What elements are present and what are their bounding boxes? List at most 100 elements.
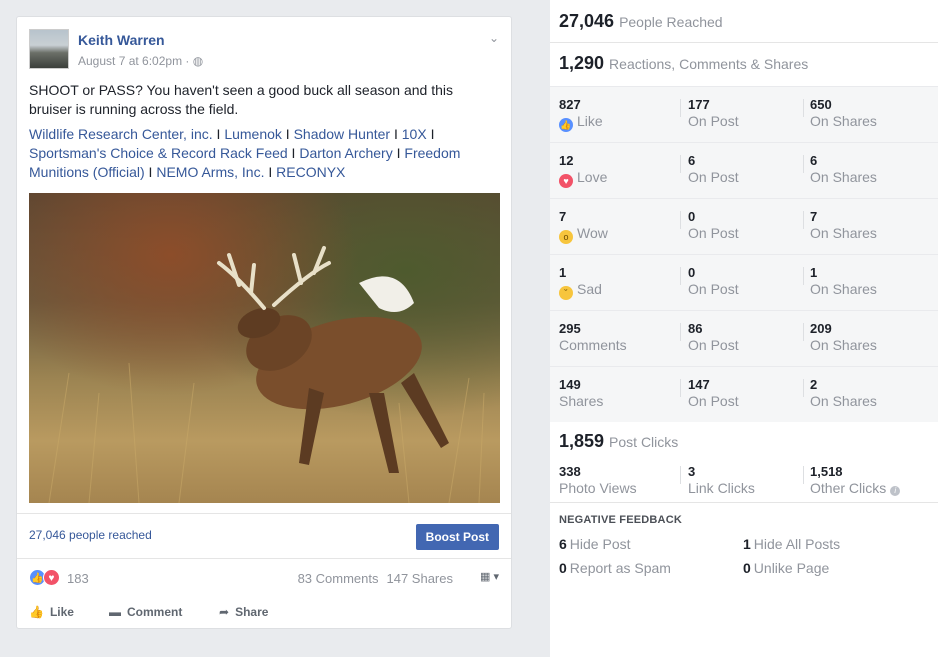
hide-all-posts-label: Hide All Posts — [753, 536, 841, 552]
comment-share-counts: 83 Comments 147 Shares — [298, 571, 453, 586]
breakdown-row-sad: 1 ˘ Sad 0 On Post 1 On Shares — [550, 254, 938, 310]
divider — [803, 211, 804, 229]
on-post-label: On Post — [688, 393, 739, 409]
unlike-page-label: Unlike Page — [753, 560, 830, 576]
people-reached-link[interactable]: 27,046 people reached — [29, 528, 152, 542]
total-cell: 12 ♥ Love — [559, 153, 607, 188]
total-value: 12 — [559, 153, 574, 168]
on-shares-cell: 6 On Shares — [810, 153, 877, 186]
hide-post-label: Hide Post — [569, 536, 631, 552]
author-avatar[interactable] — [29, 29, 69, 69]
engagement-stat: 1,290 Reactions, Comments & Shares — [559, 53, 808, 74]
breakdown-row-comments: 295 Comments 86 On Post 209 On Shares — [550, 310, 938, 366]
on-shares-value: 209 — [810, 321, 832, 336]
on-shares-value: 2 — [810, 377, 818, 392]
people-reached-stat: 27,046 People Reached — [559, 11, 723, 32]
other-clicks-value: 1,518 — [810, 464, 843, 479]
link-clicks-label: Link Clicks — [688, 480, 755, 496]
tag-link[interactable]: Shadow Hunter — [294, 126, 391, 142]
divider — [680, 155, 681, 173]
row-label: Sad — [577, 281, 602, 297]
divider — [680, 466, 681, 484]
post-header: Keith Warren August 7 at 6:02pm · ◍ ⌄ — [29, 29, 499, 71]
tag-link[interactable]: Sportsman's Choice & Record Rack Feed — [29, 145, 288, 161]
total-cell: 295 Comments — [559, 321, 627, 354]
tag-link[interactable]: NEMO Arms, Inc. — [156, 164, 264, 180]
report-spam-stat: 0 Report as Spam — [559, 560, 671, 576]
row-label: Shares — [559, 393, 604, 409]
on-shares-value: 650 — [810, 97, 832, 112]
other-clicks-cell: 1,518 Other Clicks i — [810, 464, 901, 497]
on-post-cell: 86 On Post — [688, 321, 739, 354]
row-label: Wow — [577, 225, 608, 241]
post-date[interactable]: August 7 at 6:02pm — [78, 54, 182, 68]
info-icon[interactable]: i — [890, 486, 901, 496]
on-post-label: On Post — [688, 337, 739, 353]
reactions-summary: 👍 ♥ 183 83 Comments 147 Shares ▦ ▾ — [29, 569, 499, 591]
total-value: 827 — [559, 97, 581, 112]
comments-count[interactable]: 83 Comments — [298, 571, 379, 586]
shares-count[interactable]: 147 Shares — [387, 571, 454, 586]
tag-link[interactable]: Lumenok — [224, 126, 282, 142]
on-post-value: 86 — [688, 321, 703, 336]
on-post-value: 0 — [688, 265, 696, 280]
total-value: 7 — [559, 209, 567, 224]
post-photo[interactable] — [29, 193, 500, 503]
tag-link[interactable]: Wildlife Research Center, inc. — [29, 126, 213, 142]
author-name[interactable]: Keith Warren — [78, 32, 165, 48]
unlike-page-stat: 0 Unlike Page — [743, 560, 829, 576]
on-shares-label: On Shares — [810, 225, 877, 241]
hide-all-posts-stat: 1 Hide All Posts — [743, 536, 840, 552]
chevron-down-icon[interactable]: ⌄ — [489, 31, 499, 45]
share-label: Share — [235, 605, 269, 619]
post-clicks-value: 1,859 — [559, 431, 605, 451]
audience-selector[interactable]: ▦ ▾ — [480, 570, 499, 583]
share-button[interactable]: ➦ Share — [219, 605, 268, 619]
people-reached-value: 27,046 — [559, 11, 615, 31]
row-label: Love — [577, 169, 608, 185]
boost-post-button[interactable]: Boost Post — [415, 524, 499, 550]
divider — [803, 155, 804, 173]
on-shares-cell: 7 On Shares — [810, 209, 877, 242]
hide-post-stat: 6 Hide Post — [559, 536, 631, 552]
photo-views-value: 338 — [559, 464, 581, 479]
breakdown-row-love: 12 ♥ Love 6 On Post 6 On Shares — [550, 142, 938, 198]
on-post-value: 6 — [688, 153, 696, 168]
on-shares-cell: 2 On Shares — [810, 377, 877, 410]
clicks-breakdown: 338 Photo Views 3 Link Clicks 1,518 Other C… — [550, 460, 938, 506]
photo-views-label: Photo Views — [559, 480, 637, 496]
insights-panel: 27,046 People Reached 1,290 Reactions, Com… — [550, 0, 938, 657]
reach-row: 27,046 people reached Boost Post — [17, 513, 511, 559]
on-post-cell: 177 On Post — [688, 97, 739, 130]
on-shares-label: On Shares — [810, 337, 877, 353]
breakdown-row-like: 827 👍 Like 177 On Post 650 On Shares — [550, 86, 938, 142]
on-shares-label: On Shares — [810, 113, 877, 129]
tag-link[interactable]: RECONYX — [276, 164, 345, 180]
on-post-cell: 0 On Post — [688, 209, 739, 242]
total-cell: 1 ˘ Sad — [559, 265, 602, 300]
on-post-label: On Post — [688, 113, 739, 129]
tag-link[interactable]: 10X — [402, 126, 427, 142]
photo-views-cell: 338 Photo Views — [559, 464, 637, 497]
total-value: 1 — [559, 265, 567, 280]
reaction-count[interactable]: 183 — [67, 571, 89, 586]
divider — [550, 42, 938, 43]
engagement-label: Reactions, Comments & Shares — [609, 56, 809, 72]
like-button[interactable]: 👍 Like — [29, 605, 74, 619]
tag-link[interactable]: Darton Archery — [299, 145, 392, 161]
comment-button[interactable]: ▬ Comment — [109, 605, 182, 619]
on-shares-label: On Shares — [810, 281, 877, 297]
negative-feedback-title: NEGATIVE FEEDBACK — [559, 514, 682, 526]
total-value: 295 — [559, 321, 581, 336]
on-shares-cell: 1 On Shares — [810, 265, 877, 298]
breakdown-row-shares: 149 Shares 147 On Post 2 On Shares — [550, 366, 938, 422]
on-post-label: On Post — [688, 281, 739, 297]
divider — [803, 267, 804, 285]
on-shares-cell: 650 On Shares — [810, 97, 877, 130]
reaction-icons[interactable]: 👍 ♥ — [29, 569, 63, 587]
on-post-label: On Post — [688, 225, 739, 241]
wow-icon: o — [559, 230, 573, 244]
unlike-page-value: 0 — [743, 560, 751, 576]
total-value: 149 — [559, 377, 581, 392]
report-spam-label: Report as Spam — [569, 560, 671, 576]
